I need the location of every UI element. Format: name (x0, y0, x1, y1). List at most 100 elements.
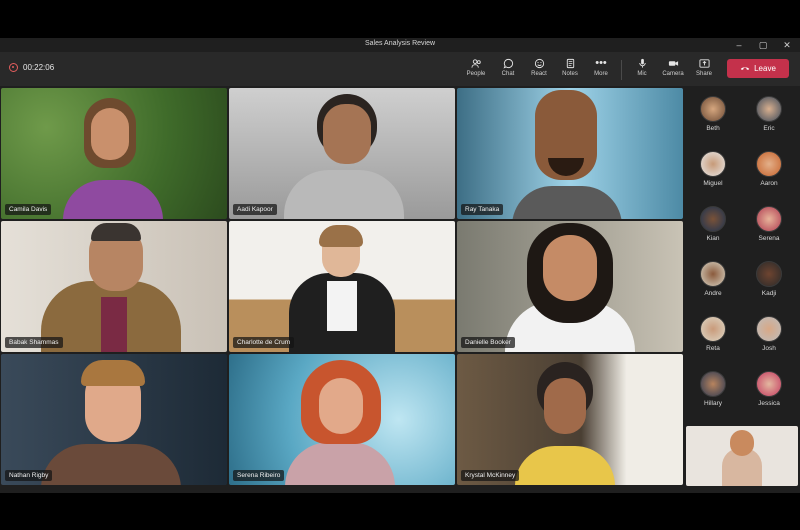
avatar (700, 96, 726, 122)
rail-participant-name: Hillary (703, 400, 723, 407)
avatar-face (544, 378, 586, 434)
window-title: Sales Analysis Review (364, 40, 436, 47)
rail-participant-name: Jessica (758, 400, 780, 407)
video-tile[interactable]: Nathan Rigby (1, 354, 227, 485)
more-icon: ••• (595, 57, 607, 69)
microphone-icon (627, 56, 657, 70)
people-icon (461, 56, 491, 70)
rail-participant-name: Eric (763, 125, 775, 132)
avatar (700, 151, 726, 177)
rail-participant[interactable]: Reta (690, 314, 736, 362)
camera-label: Camera (662, 71, 684, 77)
video-tile[interactable]: Aadi Kapoor (229, 88, 455, 219)
participant-name: Aadi Kapoor (233, 204, 277, 215)
rail-participant-name: Miguel (703, 180, 723, 187)
react-icon (524, 56, 554, 70)
participant-name: Charlotte de Crum (233, 337, 295, 348)
video-tile[interactable]: Krystal McKinney (457, 354, 683, 485)
rail-participant-name: Josh (762, 345, 776, 352)
rail-participant[interactable]: Jessica (746, 369, 792, 417)
rail-participant-name: Beth (706, 125, 720, 132)
meeting-toolbar: 00:22:06 People Chat React Notes ••• Mor… (0, 52, 800, 86)
avatar (700, 206, 726, 232)
person-shirt (327, 281, 357, 331)
notes-button[interactable]: Notes (555, 56, 585, 84)
avatar (756, 96, 782, 122)
chat-label: Chat (501, 71, 515, 77)
self-view-tile[interactable] (686, 426, 798, 486)
avatar (756, 261, 782, 287)
rail-participant-name: Serena (758, 235, 780, 242)
person-shirt (101, 297, 127, 352)
mic-label: Mic (637, 71, 647, 77)
maximize-icon[interactable]: ▢ (752, 39, 774, 51)
camera-icon (658, 56, 688, 70)
notes-icon (555, 56, 585, 70)
person-face (730, 430, 754, 456)
avatar (700, 371, 726, 397)
leave-button[interactable]: Leave (727, 59, 789, 78)
video-tile[interactable]: Danielle Booker (457, 221, 683, 352)
participant-rail: Beth Eric Miguel Aaron Kian Serena Andre… (686, 88, 798, 491)
share-label: Share (695, 71, 712, 77)
avatar (700, 261, 726, 287)
video-tile[interactable]: Charlotte de Crum (229, 221, 455, 352)
recording-icon (9, 63, 18, 72)
leave-label: Leave (754, 64, 776, 73)
rail-participant[interactable]: Serena (746, 204, 792, 252)
title-bar: Sales Analysis Review – ▢ ✕ (0, 38, 800, 52)
more-button[interactable]: ••• More (586, 56, 616, 84)
participant-name: Nathan Rigby (5, 470, 53, 481)
more-label: More (594, 71, 608, 77)
avatar (756, 151, 782, 177)
chat-icon (493, 56, 523, 70)
react-button[interactable]: React (524, 56, 554, 84)
avatar (756, 316, 782, 342)
avatar (756, 371, 782, 397)
react-label: React (531, 71, 547, 77)
participant-name: Danielle Booker (461, 337, 515, 348)
people-label: People (466, 71, 486, 77)
minimize-icon[interactable]: – (728, 39, 750, 51)
participant-name: Camila Davis (5, 204, 52, 215)
toolbar-divider (621, 60, 622, 80)
participant-name: Krystal McKinney (461, 470, 520, 481)
participant-name: Babak Shammas (5, 337, 63, 348)
video-tile[interactable]: Ray Tanaka (457, 88, 683, 219)
rail-participant[interactable]: Beth (690, 94, 736, 142)
person-hair (91, 223, 141, 241)
rail-participant[interactable]: Andre (690, 259, 736, 307)
timer-text: 00:22:06 (23, 63, 55, 72)
share-button[interactable]: Share (689, 56, 719, 84)
person-body (41, 444, 181, 485)
avatar (756, 206, 782, 232)
mic-button[interactable]: Mic (627, 56, 657, 84)
rail-participant-name: Kian (706, 235, 720, 242)
avatar-face (319, 378, 363, 434)
rail-participant[interactable]: Kian (690, 204, 736, 252)
video-tile[interactable]: Camila Davis (1, 88, 227, 219)
rail-participant[interactable]: Kadji (746, 259, 792, 307)
rail-participant[interactable]: Aaron (746, 149, 792, 197)
person-face (543, 235, 597, 301)
screen: Sales Analysis Review – ▢ ✕ 00:22:06 Peo… (0, 0, 800, 530)
person-hair (319, 225, 363, 247)
chat-button[interactable]: Chat (493, 56, 523, 84)
close-icon[interactable]: ✕ (776, 39, 798, 51)
rail-participant-name: Kadji (761, 290, 777, 297)
rail-participant[interactable]: Josh (746, 314, 792, 362)
video-tile[interactable]: Babak Shammas (1, 221, 227, 352)
camera-button[interactable]: Camera (658, 56, 688, 84)
notes-label: Notes (562, 71, 578, 77)
rail-participant-name: Andre (704, 290, 722, 297)
rail-participant-name: Reta (706, 345, 720, 352)
person-hair (81, 360, 145, 386)
meeting-window: Sales Analysis Review – ▢ ✕ 00:22:06 Peo… (0, 38, 800, 493)
video-grid: Camila Davis Aadi Kapoor Ray Tanaka Baba… (1, 88, 683, 491)
rail-participant[interactable]: Hillary (690, 369, 736, 417)
rail-participant-name: Aaron (760, 180, 778, 187)
people-button[interactable]: People (461, 56, 491, 84)
rail-participant[interactable]: Eric (746, 94, 792, 142)
video-tile[interactable]: Serena Ribeiro (229, 354, 455, 485)
rail-participant[interactable]: Miguel (690, 149, 736, 197)
